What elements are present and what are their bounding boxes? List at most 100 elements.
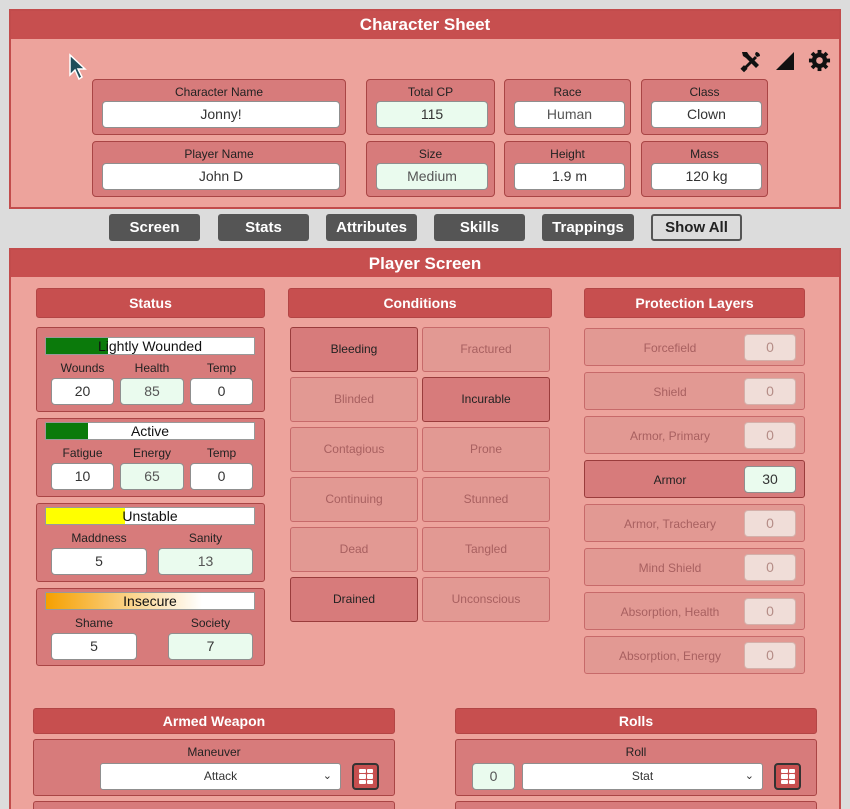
protection-armor-tracheary: Armor, Tracheary 0 bbox=[584, 504, 805, 542]
condition-bleeding[interactable]: Bleeding bbox=[290, 327, 418, 372]
condition-fractured[interactable]: Fractured bbox=[422, 327, 550, 372]
size-input[interactable]: Medium bbox=[376, 163, 488, 190]
total-cp-input[interactable]: 115 bbox=[376, 101, 488, 128]
condition-blinded[interactable]: Blinded bbox=[290, 377, 418, 422]
energy-input[interactable]: 65 bbox=[120, 463, 184, 490]
character-name-label: Character Name bbox=[174, 85, 264, 99]
mass-input[interactable]: 120 kg bbox=[651, 163, 762, 190]
sanity-label: Sanity bbox=[188, 531, 223, 545]
condition-stunned[interactable]: Stunned bbox=[422, 477, 550, 522]
condition-continuing[interactable]: Continuing bbox=[290, 477, 418, 522]
player-name-field: Player Name John D bbox=[92, 141, 346, 197]
roll-modifier-input[interactable]: 0 bbox=[472, 763, 515, 790]
sanity-bar-label: Unstable bbox=[122, 508, 178, 524]
society-input[interactable]: 7 bbox=[168, 633, 253, 660]
wounds-temp-label: Temp bbox=[206, 361, 237, 375]
tab-attributes[interactable]: Attributes bbox=[326, 214, 417, 241]
protection-absorption-health: Absorption, Health 0 bbox=[584, 592, 805, 630]
protection-header: Protection Layers bbox=[584, 288, 805, 318]
protection-absorption-energy-input[interactable]: 0 bbox=[744, 642, 796, 669]
protection-forcefield-input[interactable]: 0 bbox=[744, 334, 796, 361]
maneuver-value: Attack bbox=[203, 769, 238, 783]
armed-weapon-header: Armed Weapon bbox=[33, 708, 395, 734]
tab-trappings[interactable]: Trappings bbox=[542, 214, 634, 241]
conditions-header: Conditions bbox=[288, 288, 552, 318]
mass-field: Mass 120 kg bbox=[641, 141, 768, 197]
tools-icon[interactable] bbox=[739, 49, 763, 73]
wounds-status-bar: Lightly Wounded bbox=[45, 337, 255, 355]
protection-armor-tracheary-label: Armor, Tracheary bbox=[623, 517, 717, 531]
maneuver-label: Maneuver bbox=[187, 745, 241, 759]
sanity-bar-fill bbox=[46, 508, 126, 524]
health-label: Health bbox=[134, 361, 170, 375]
protection-forcefield: Forcefield 0 bbox=[584, 328, 805, 366]
fatigue-input[interactable]: 10 bbox=[51, 463, 114, 490]
fatigue-temp-input[interactable]: 0 bbox=[190, 463, 253, 490]
height-input[interactable]: 1.9 m bbox=[514, 163, 625, 190]
protection-armor-primary: Armor, Primary 0 bbox=[584, 416, 805, 454]
protection-shield: Shield 0 bbox=[584, 372, 805, 410]
race-field: Race Human bbox=[504, 79, 631, 135]
society-status-bar: Insecure bbox=[45, 592, 255, 610]
condition-dead[interactable]: Dead bbox=[290, 527, 418, 572]
race-select[interactable]: Human bbox=[514, 101, 625, 128]
protection-absorption-health-label: Absorption, Health bbox=[620, 605, 720, 619]
protection-mind-shield-input[interactable]: 0 bbox=[744, 554, 796, 581]
protection-armor-input[interactable]: 30 bbox=[744, 466, 796, 493]
class-field: Class Clown bbox=[641, 79, 768, 135]
condition-contagious[interactable]: Contagious bbox=[290, 427, 418, 472]
protection-shield-label: Shield bbox=[653, 385, 687, 399]
mouse-cursor-icon bbox=[69, 53, 87, 81]
protection-absorption-health-input[interactable]: 0 bbox=[744, 598, 796, 625]
player-name-input[interactable]: John D bbox=[102, 163, 340, 190]
maddness-label: Maddness bbox=[71, 531, 127, 545]
sanity-input[interactable]: 13 bbox=[158, 548, 253, 575]
protection-shield-input[interactable]: 0 bbox=[744, 378, 796, 405]
protection-armor-primary-input[interactable]: 0 bbox=[744, 422, 796, 449]
energy-label: Energy bbox=[132, 446, 172, 460]
height-label: Height bbox=[550, 147, 585, 161]
protection-absorption-energy-label: Absorption, Energy bbox=[618, 649, 722, 663]
condition-tangled[interactable]: Tangled bbox=[422, 527, 550, 572]
character-name-input[interactable]: Jonny! bbox=[102, 101, 340, 128]
roll-label: Roll bbox=[625, 745, 647, 759]
condition-incurable[interactable]: Incurable bbox=[422, 377, 550, 422]
roll-value: Stat bbox=[631, 769, 654, 783]
size-label: Size bbox=[418, 147, 443, 161]
tab-stats[interactable]: Stats bbox=[218, 214, 309, 241]
fatigue-label: Fatigue bbox=[62, 446, 103, 460]
tab-skills[interactable]: Skills bbox=[434, 214, 525, 241]
tab-show-all[interactable]: Show All bbox=[651, 214, 742, 241]
class-input[interactable]: Clown bbox=[651, 101, 762, 128]
maddness-input[interactable]: 5 bbox=[51, 548, 147, 575]
weapon-next-row bbox=[33, 801, 395, 809]
wounds-label: Wounds bbox=[60, 361, 105, 375]
roll-select[interactable]: Stat ⌄ bbox=[522, 763, 763, 790]
health-input[interactable]: 85 bbox=[120, 378, 184, 405]
maneuver-select[interactable]: Attack ⌄ bbox=[100, 763, 341, 790]
total-cp-label: Total CP bbox=[407, 85, 454, 99]
shame-label: Shame bbox=[74, 616, 114, 630]
wounds-temp-input[interactable]: 0 bbox=[190, 378, 253, 405]
dice-icon[interactable] bbox=[352, 763, 379, 790]
player-name-label: Player Name bbox=[184, 147, 254, 161]
protection-armor-primary-label: Armor, Primary bbox=[629, 429, 710, 443]
rolls-header: Rolls bbox=[455, 708, 817, 734]
fatigue-bar-fill bbox=[46, 423, 88, 439]
signal-icon[interactable] bbox=[775, 51, 795, 71]
condition-unconscious[interactable]: Unconscious bbox=[422, 577, 550, 622]
shame-input[interactable]: 5 bbox=[51, 633, 137, 660]
protection-absorption-energy: Absorption, Energy 0 bbox=[584, 636, 805, 674]
chevron-down-icon: ⌄ bbox=[322, 770, 332, 782]
tab-screen[interactable]: Screen bbox=[109, 214, 200, 241]
fatigue-status-bar: Active bbox=[45, 422, 255, 440]
condition-drained[interactable]: Drained bbox=[290, 577, 418, 622]
roll-next-row bbox=[455, 801, 817, 809]
gear-icon[interactable] bbox=[808, 49, 831, 72]
condition-prone[interactable]: Prone bbox=[422, 427, 550, 472]
dice-icon[interactable] bbox=[774, 763, 801, 790]
wounds-input[interactable]: 20 bbox=[51, 378, 114, 405]
chevron-down-icon: ⌄ bbox=[744, 770, 754, 782]
protection-armor-tracheary-input[interactable]: 0 bbox=[744, 510, 796, 537]
protection-mind-shield-label: Mind Shield bbox=[638, 561, 702, 575]
